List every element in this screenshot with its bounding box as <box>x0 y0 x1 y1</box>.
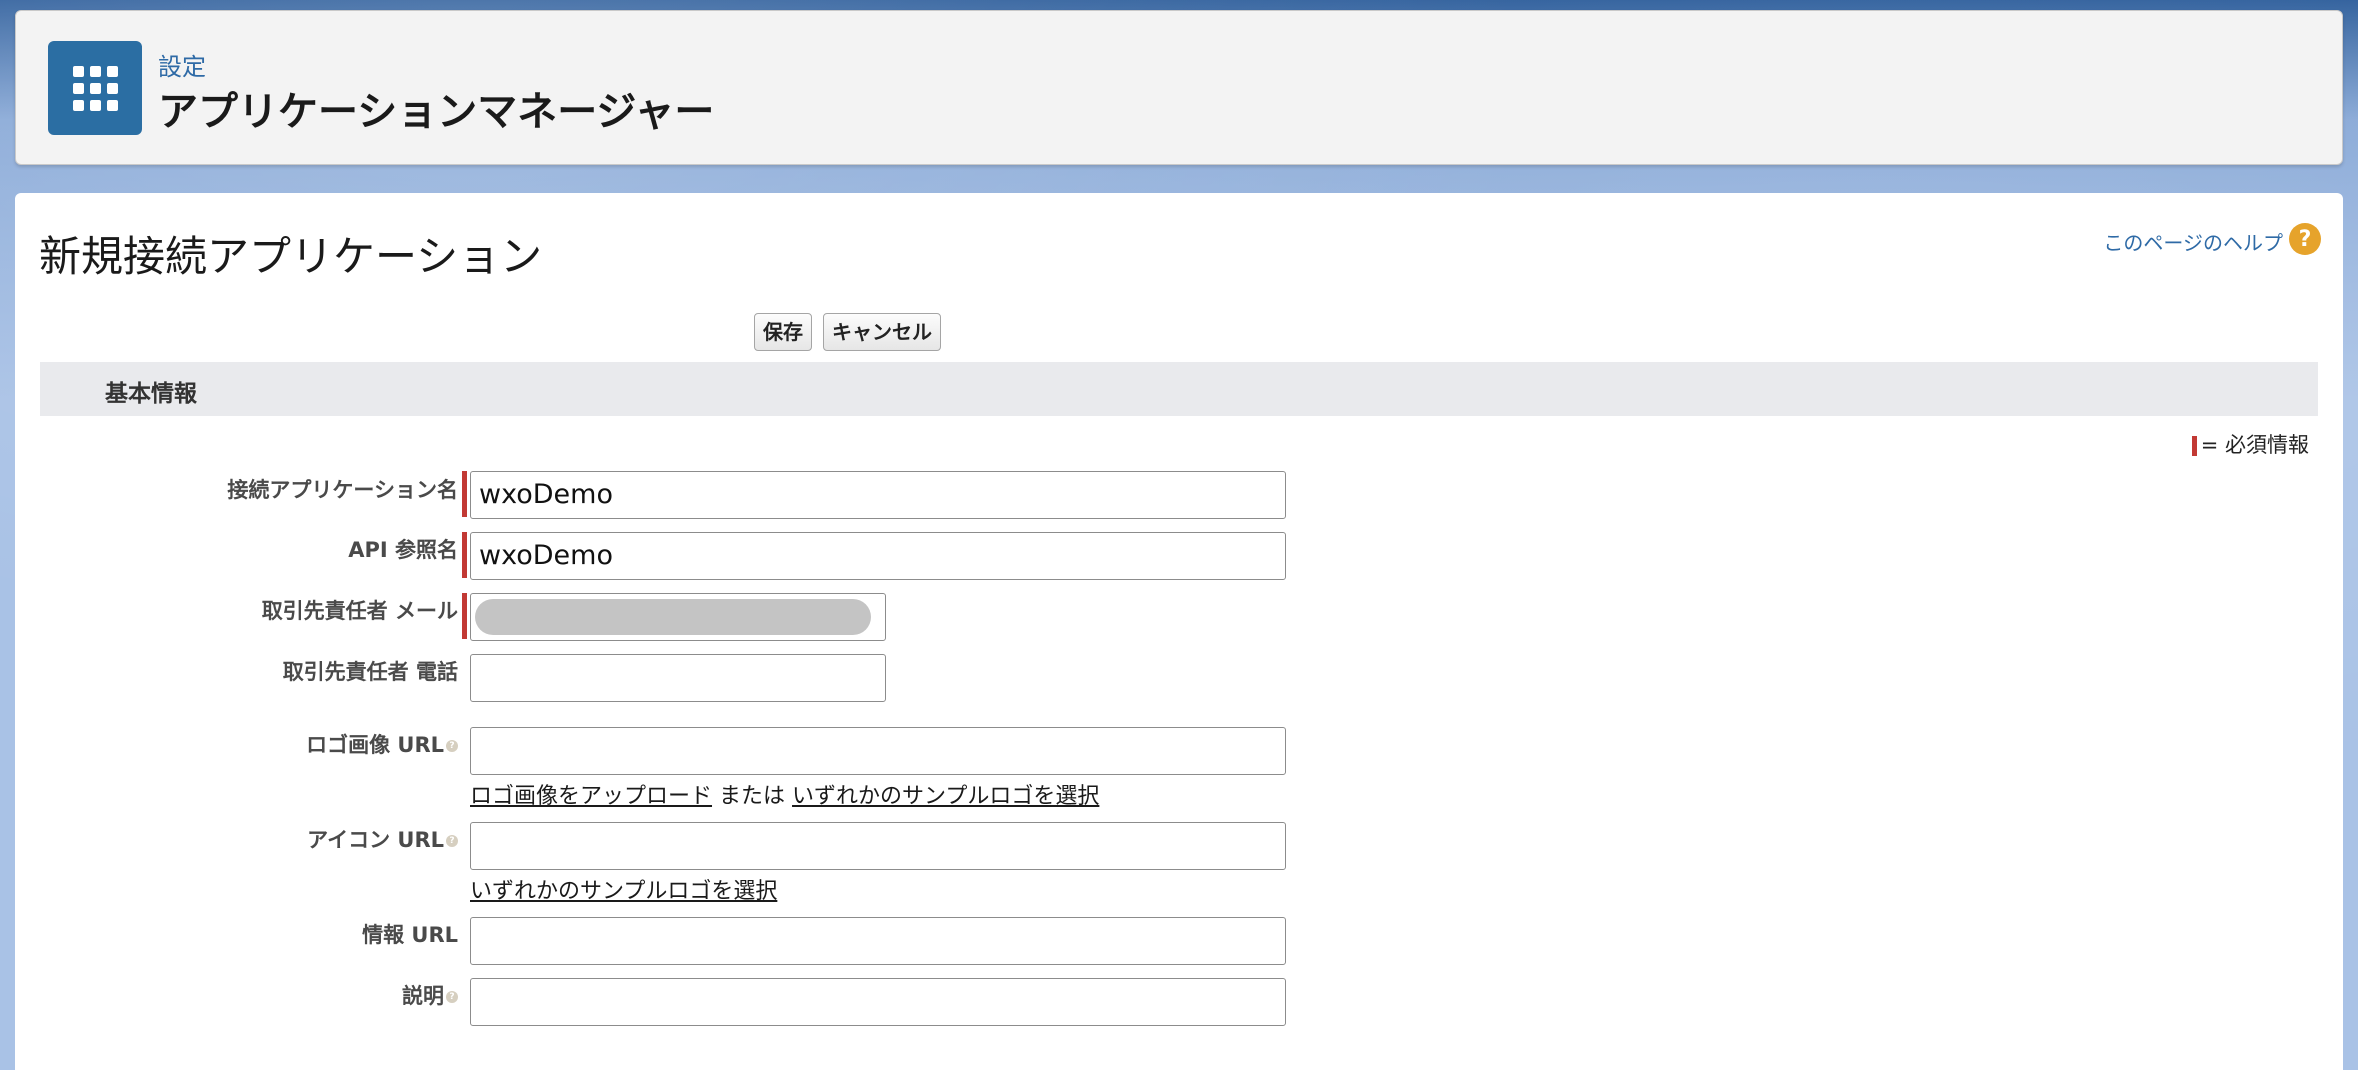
main-panel: 新規接続アプリケーション このページのヘルプ ? 保存 キャンセル 基本情報 =… <box>15 193 2343 1070</box>
save-button[interactable]: 保存 <box>754 313 812 351</box>
logo-url-helper: ロゴ画像をアップロード または いずれかのサンプルロゴを選択 <box>470 778 1099 810</box>
help-icon[interactable]: ? <box>2289 223 2321 255</box>
logo-url-input[interactable] <box>470 727 1286 775</box>
logo-url-label: ロゴ画像 URL? <box>306 729 458 759</box>
redacted-value <box>475 599 871 635</box>
info-tip-icon[interactable]: ? <box>446 835 458 847</box>
section-header: 基本情報 <box>40 362 2318 416</box>
required-marker-icon <box>2191 436 2197 456</box>
breadcrumb[interactable]: 設定 <box>158 47 206 82</box>
contact-email-input[interactable] <box>470 593 886 641</box>
icon-url-label-text: アイコン URL <box>307 828 444 852</box>
description-label: 説明? <box>402 980 458 1010</box>
or-text: または <box>719 784 786 809</box>
api-name-label: API 参照名 <box>348 538 458 562</box>
api-name-input[interactable]: wxoDemo <box>470 532 1286 580</box>
info-url-input[interactable] <box>470 917 1286 965</box>
required-marker <box>462 593 467 639</box>
description-input[interactable] <box>470 978 1286 1026</box>
contact-phone-input[interactable] <box>470 654 886 702</box>
icon-url-helper: いずれかのサンプルロゴを選択 <box>470 873 777 905</box>
info-tip-icon[interactable]: ? <box>446 740 458 752</box>
logo-url-label-text: ロゴ画像 URL <box>306 733 444 757</box>
page-title: 新規接続アプリケーション <box>39 232 543 281</box>
info-url-label: 情報 URL <box>362 923 458 947</box>
help-link[interactable]: このページのヘルプ <box>2103 227 2283 256</box>
required-legend: = 必須情報 <box>2191 429 2309 459</box>
choose-sample-icon-link[interactable]: いずれかのサンプルロゴを選択 <box>470 879 777 904</box>
app-header: 設定 アプリケーションマネージャー <box>15 10 2343 165</box>
description-label-text: 説明 <box>402 984 444 1008</box>
upload-logo-link[interactable]: ロゴ画像をアップロード <box>470 784 712 809</box>
app-name-input[interactable]: wxoDemo <box>470 471 1286 519</box>
required-legend-text: = 必須情報 <box>2200 433 2309 457</box>
choose-sample-logo-link[interactable]: いずれかのサンプルロゴを選択 <box>792 784 1099 809</box>
contact-email-label: 取引先責任者 メール <box>261 599 458 623</box>
app-name-label: 接続アプリケーション名 <box>227 478 458 502</box>
info-tip-icon[interactable]: ? <box>446 991 458 1003</box>
page-heading: アプリケーションマネージャー <box>158 89 715 135</box>
icon-url-label: アイコン URL? <box>307 824 458 854</box>
contact-phone-label: 取引先責任者 電話 <box>282 660 458 684</box>
icon-url-input[interactable] <box>470 822 1286 870</box>
required-marker <box>462 532 467 578</box>
app-launcher-icon[interactable] <box>48 41 142 135</box>
section-title: 基本情報 <box>105 381 197 407</box>
cancel-button[interactable]: キャンセル <box>823 313 941 351</box>
required-marker <box>462 471 467 517</box>
